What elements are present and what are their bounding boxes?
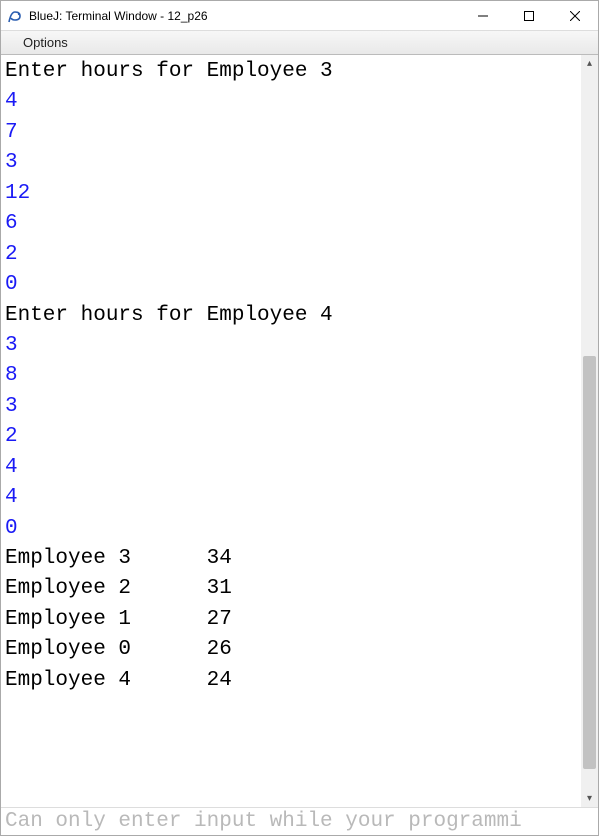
window-titlebar: BlueJ: Terminal Window - 12_p26 — [1, 1, 598, 31]
terminal-input-line: 3 — [5, 148, 594, 178]
bluej-icon — [7, 8, 23, 24]
terminal-input-line: 2 — [5, 240, 594, 270]
terminal-input-line: 12 — [5, 179, 594, 209]
terminal-output-line: Employee 1 27 — [5, 605, 594, 635]
window-title: BlueJ: Terminal Window - 12_p26 — [29, 9, 460, 23]
terminal-input-line: 0 — [5, 270, 594, 300]
terminal-input-line: 7 — [5, 118, 594, 148]
terminal-wrap: Enter hours for Employee 347312620Enter … — [1, 55, 598, 835]
maximize-button[interactable] — [506, 1, 552, 30]
terminal-output-line: Employee 4 24 — [5, 666, 594, 696]
terminal-input-line: 0 — [5, 514, 594, 544]
terminal-input-line: 4 — [5, 483, 594, 513]
close-button[interactable] — [552, 1, 598, 30]
terminal-output-line: Enter hours for Employee 3 — [5, 57, 594, 87]
terminal-input-line: 3 — [5, 392, 594, 422]
menu-options[interactable]: Options — [15, 33, 76, 52]
terminal-input-field[interactable]: Can only enter input while your programm… — [1, 807, 598, 835]
vertical-scrollbar[interactable]: ▴ ▾ — [581, 55, 598, 807]
terminal-output-line: Employee 3 34 — [5, 544, 594, 574]
terminal-input-line: 6 — [5, 209, 594, 239]
terminal-input-line: 4 — [5, 87, 594, 117]
scroll-up-arrow[interactable]: ▴ — [581, 55, 598, 72]
terminal-output-line: Employee 2 31 — [5, 574, 594, 604]
terminal-output[interactable]: Enter hours for Employee 347312620Enter … — [1, 55, 598, 807]
scroll-thumb[interactable] — [583, 356, 596, 770]
minimize-button[interactable] — [460, 1, 506, 30]
scroll-down-arrow[interactable]: ▾ — [581, 790, 598, 807]
terminal-output-line: Employee 0 26 — [5, 635, 594, 665]
menubar: Options — [1, 31, 598, 55]
terminal-output-line: Enter hours for Employee 4 — [5, 301, 594, 331]
terminal-input-line: 4 — [5, 453, 594, 483]
terminal-input-line: 8 — [5, 361, 594, 391]
terminal-input-line: 2 — [5, 422, 594, 452]
window-controls — [460, 1, 598, 30]
terminal-input-line: 3 — [5, 331, 594, 361]
